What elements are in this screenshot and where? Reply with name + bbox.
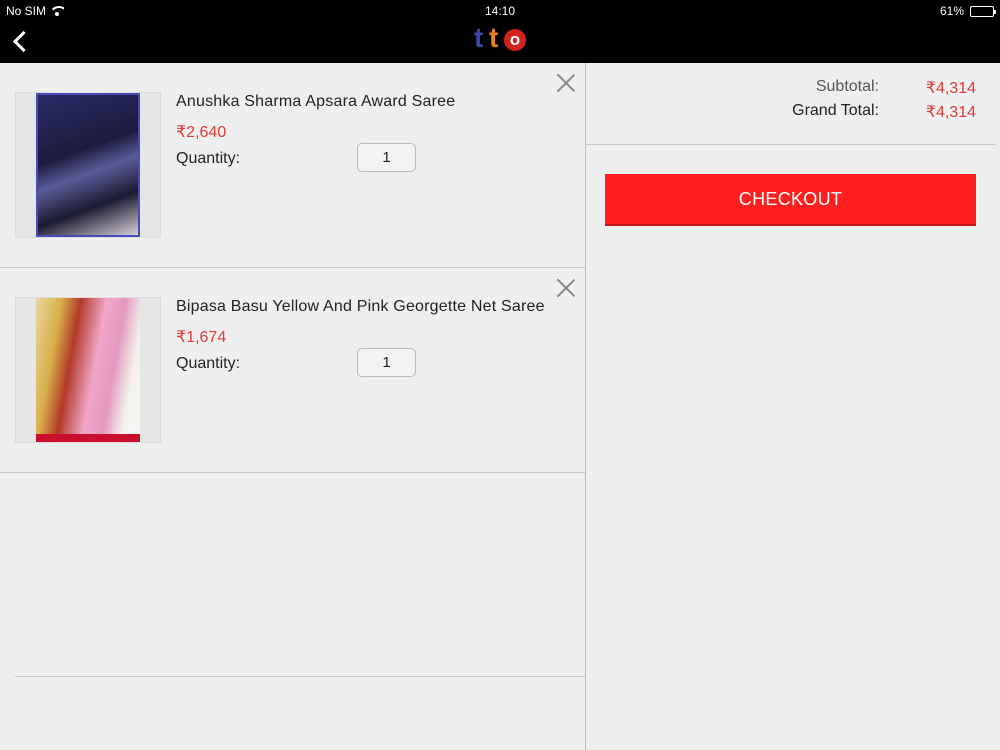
subtotal-row: Subtotal: ₹4,314	[719, 78, 976, 98]
product-thumbnail[interactable]	[15, 297, 161, 443]
battery-icon	[970, 5, 996, 17]
logo-letter-o: o	[504, 29, 526, 51]
grand-total-label: Grand Total:	[792, 102, 879, 119]
quantity-label: Quantity:	[176, 355, 241, 372]
product-title[interactable]: Bipasa Basu Yellow And Pink Georgette Ne…	[176, 298, 545, 316]
order-summary: Subtotal: ₹4,314 Grand Total: ₹4,314 CHE…	[586, 63, 1000, 750]
battery-indicator: 61%	[939, 4, 996, 18]
grand-total-row: Grand Total: ₹4,314	[719, 102, 976, 122]
quantity-field[interactable]: 1	[357, 143, 416, 172]
product-price: ₹2,640	[176, 124, 227, 141]
brand-logo: t t o	[474, 24, 534, 60]
quantity-field[interactable]: 1	[357, 348, 416, 377]
product-title[interactable]: Anushka Sharma Apsara Award Saree	[176, 93, 455, 111]
top-bar: No SIM 14:10 61% t t o	[0, 0, 1000, 63]
subtotal-label: Subtotal:	[815, 78, 879, 95]
logo-letter-t1: t	[474, 22, 484, 53]
summary-divider	[586, 144, 996, 145]
back-chevron-icon[interactable]	[10, 30, 34, 54]
product-thumbnail[interactable]	[15, 92, 161, 238]
quantity-label: Quantity:	[176, 150, 241, 167]
battery-percent: 61%	[939, 4, 964, 18]
status-time: 14:10	[484, 4, 516, 18]
subtotal-value: ₹4,314	[925, 80, 976, 97]
remove-item-close-icon[interactable]	[556, 278, 576, 298]
logo-letter-t2: t	[489, 22, 499, 53]
status-bar: No SIM 14:10 61%	[0, 0, 1000, 22]
cart-item: Bipasa Basu Yellow And Pink Georgette Ne…	[0, 268, 585, 473]
product-image	[36, 93, 140, 237]
product-image	[36, 298, 140, 442]
cart-item: Anushka Sharma Apsara Award Saree ₹2,640…	[0, 63, 585, 268]
remove-item-close-icon[interactable]	[556, 73, 576, 93]
product-price: ₹1,674	[176, 329, 227, 346]
list-divider	[15, 676, 585, 677]
checkout-button[interactable]: CHECKOUT	[605, 174, 976, 226]
cart-list: Anushka Sharma Apsara Award Saree ₹2,640…	[0, 63, 585, 750]
grand-total-value: ₹4,314	[925, 104, 976, 121]
